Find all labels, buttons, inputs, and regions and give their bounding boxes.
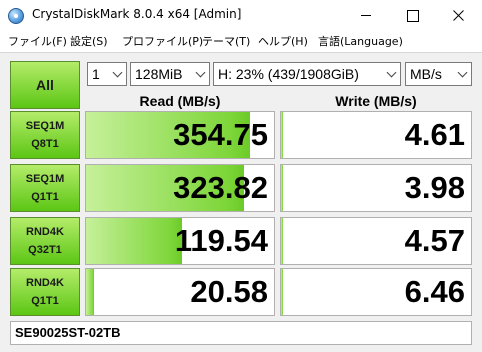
write-bar <box>281 112 283 158</box>
menu-theme[interactable]: テーマ(T) <box>202 33 250 49</box>
write-value: 3.98 <box>404 170 465 205</box>
drive-value: H: 23% (439/1908GiB) <box>218 66 359 82</box>
chevron-down-icon <box>112 67 123 78</box>
test-params: Q1T1 <box>31 295 59 307</box>
write-bar <box>281 165 283 211</box>
read-value: 20.58 <box>190 274 268 309</box>
test-button-rnd4k-q1t1[interactable]: RND4K Q1T1 <box>10 268 80 316</box>
close-icon <box>453 10 464 21</box>
window-title: CrystalDiskMark 8.0.4 x64 [Admin] <box>32 7 242 21</box>
minimize-button[interactable] <box>343 0 389 30</box>
unit-value: MB/s <box>410 66 442 82</box>
write-column-header: Write (MB/s) <box>335 93 417 109</box>
test-count-value: 1 <box>92 66 100 82</box>
test-name: SEQ1M <box>25 173 65 185</box>
test-params: Q1T1 <box>31 191 59 203</box>
maximize-button[interactable] <box>389 0 435 30</box>
crystaldiskmark-app-icon <box>8 8 24 24</box>
write-result: 3.98 <box>280 164 472 212</box>
test-count-select[interactable]: 1 <box>87 62 127 86</box>
read-bar <box>86 218 182 264</box>
test-button-rnd4k-q32t1[interactable]: RND4K Q32T1 <box>10 217 80 265</box>
close-button[interactable] <box>435 0 482 30</box>
menu-profile[interactable]: プロファイル(P) <box>122 33 203 49</box>
menu-language[interactable]: 言語(Language) <box>318 33 403 49</box>
run-all-button[interactable]: All <box>10 61 80 109</box>
test-name: RND4K <box>26 226 64 238</box>
comment-field[interactable]: SE90025ST-02TB <box>10 321 472 345</box>
menu-bar: ファイル(F) 設定(S) プロファイル(P) テーマ(T) ヘルプ(H) 言語… <box>0 30 482 52</box>
test-button-seq1m-q8t1[interactable]: SEQ1M Q8T1 <box>10 111 80 159</box>
read-result: 323.82 <box>85 164 275 212</box>
write-result: 4.57 <box>280 217 472 265</box>
write-value: 4.57 <box>404 223 465 258</box>
test-name: SEQ1M <box>25 120 65 132</box>
title-bar: CrystalDiskMark 8.0.4 x64 [Admin] <box>0 0 482 30</box>
menu-file[interactable]: ファイル(F) <box>8 33 67 49</box>
read-value: 354.75 <box>173 117 268 152</box>
test-name: RND4K <box>26 277 64 289</box>
drive-select[interactable]: H: 23% (439/1908GiB) <box>213 62 401 86</box>
read-result: 119.54 <box>85 217 275 265</box>
write-result: 6.46 <box>280 268 472 316</box>
test-size-select[interactable]: 128MiB <box>130 62 210 86</box>
write-bar <box>281 218 283 264</box>
read-value: 323.82 <box>173 170 268 205</box>
read-result: 20.58 <box>85 268 275 316</box>
chevron-down-icon <box>457 67 468 78</box>
chevron-down-icon <box>386 67 397 78</box>
write-result: 4.61 <box>280 111 472 159</box>
test-params: Q8T1 <box>31 138 59 150</box>
test-size-value: 128MiB <box>135 66 183 82</box>
unit-select[interactable]: MB/s <box>405 62 472 86</box>
read-bar <box>86 269 94 315</box>
menu-settings[interactable]: 設定(S) <box>70 33 108 49</box>
read-value: 119.54 <box>174 223 268 258</box>
read-result: 354.75 <box>85 111 275 159</box>
test-button-seq1m-q1t1[interactable]: SEQ1M Q1T1 <box>10 164 80 212</box>
write-value: 6.46 <box>404 274 465 309</box>
chevron-down-icon <box>195 67 206 78</box>
test-params: Q32T1 <box>28 244 62 256</box>
write-value: 4.61 <box>404 117 465 152</box>
read-column-header: Read (MB/s) <box>139 93 221 109</box>
write-bar <box>281 269 283 315</box>
menu-help[interactable]: ヘルプ(H) <box>258 33 308 49</box>
main-panel: All 1 128MiB H: 23% (439/1908GiB) MB/s R… <box>0 52 482 352</box>
